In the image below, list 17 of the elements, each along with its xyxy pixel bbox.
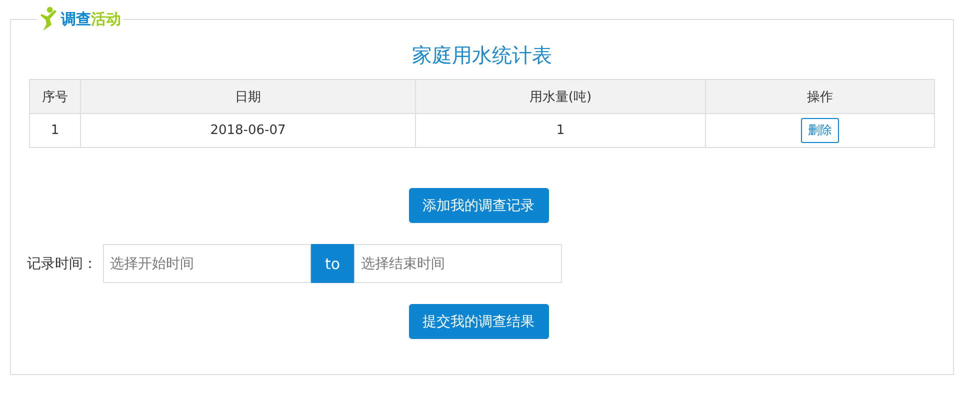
- column-header: 操作: [706, 80, 934, 114]
- column-header: 用水量(吨): [416, 80, 706, 114]
- range-separator: to: [311, 244, 354, 283]
- delete-button[interactable]: 删除: [801, 118, 839, 143]
- table-cell: 1: [416, 114, 706, 148]
- runner-icon: [39, 6, 59, 32]
- table-title: 家庭用水统计表: [411, 42, 553, 69]
- column-header: 序号: [30, 80, 80, 114]
- table-cell: 1: [30, 114, 80, 148]
- table-cell: 2018-06-07: [80, 114, 416, 148]
- start-date-field[interactable]: 选择开始时间: [103, 244, 311, 283]
- section-title: 调查活动: [61, 10, 121, 28]
- column-header: 日期: [80, 80, 416, 114]
- field-label: 记录时间：: [27, 254, 97, 272]
- submit-button[interactable]: 提交我的调查结果: [408, 304, 548, 339]
- add-record-button[interactable]: 添加我的调查记录: [408, 188, 548, 223]
- end-date-field[interactable]: 选择结束时间: [354, 244, 562, 283]
